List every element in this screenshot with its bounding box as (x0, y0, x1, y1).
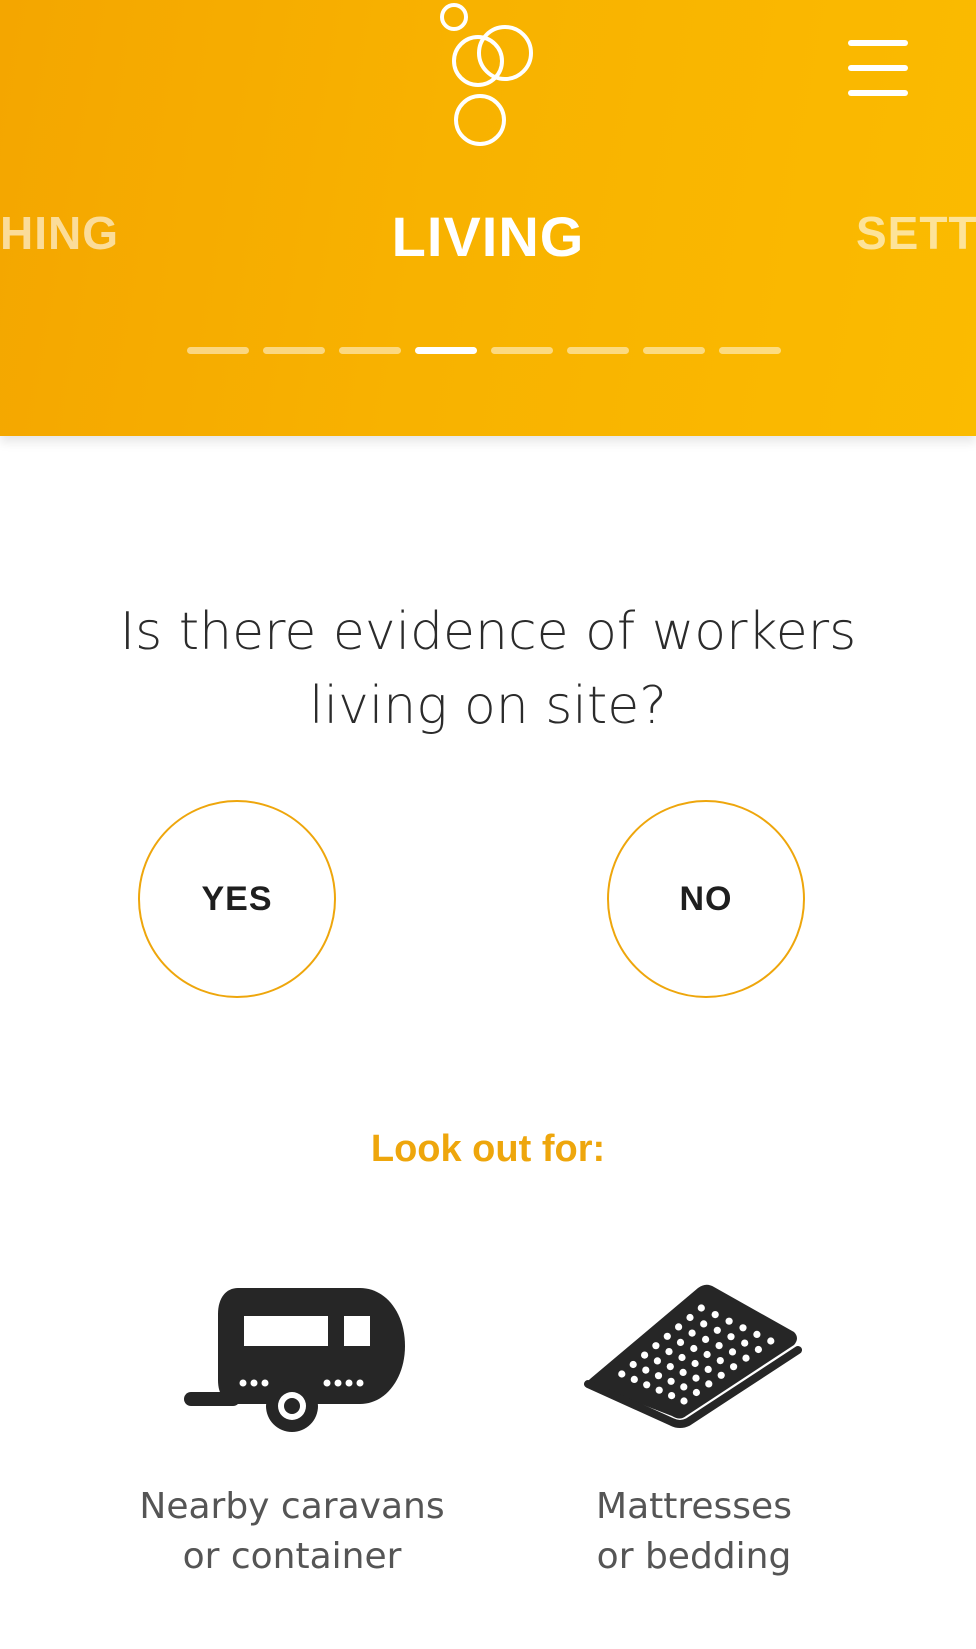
tab-living[interactable]: LIVING (0, 204, 976, 269)
question-text: Is there evidence of workers living on s… (60, 595, 916, 743)
progress-step-5[interactable] (491, 347, 553, 354)
progress-step-1[interactable] (187, 347, 249, 354)
screen: HING LIVING SETT Is there evidence of wo… (0, 0, 976, 1649)
mattress-caption-line-1: Mattresses (596, 1486, 792, 1527)
bubbles-logo-icon (440, 3, 533, 146)
question-line-2: living on site? (309, 676, 667, 736)
progress-step-7[interactable] (643, 347, 705, 354)
question-line-1: Is there evidence of workers (119, 602, 857, 662)
header-bar: HING LIVING SETT (0, 0, 976, 436)
progress-step-6[interactable] (567, 347, 629, 354)
hamburger-menu-icon[interactable] (846, 36, 912, 102)
mattress-icon (584, 1284, 802, 1428)
progress-step-8[interactable] (719, 347, 781, 354)
progress-step-3[interactable] (339, 347, 401, 354)
progress-step-4[interactable] (415, 347, 477, 354)
no-button[interactable]: NO (607, 800, 805, 998)
progress-indicator (187, 347, 787, 354)
yes-button[interactable]: YES (138, 800, 336, 998)
caravan-caption-line-2: or container (182, 1536, 402, 1577)
look-out-heading: Look out for: (370, 1128, 606, 1170)
tab-next[interactable]: SETT (856, 206, 976, 260)
caravan-caption-line-1: Nearby caravans (139, 1486, 445, 1527)
caravan-icon (184, 1288, 405, 1432)
caravan-caption: Nearby caravans or container (92, 1482, 492, 1582)
mattress-caption: Mattresses or bedding (494, 1482, 894, 1582)
mattress-caption-line-2: or bedding (596, 1536, 792, 1577)
progress-step-2[interactable] (263, 347, 325, 354)
